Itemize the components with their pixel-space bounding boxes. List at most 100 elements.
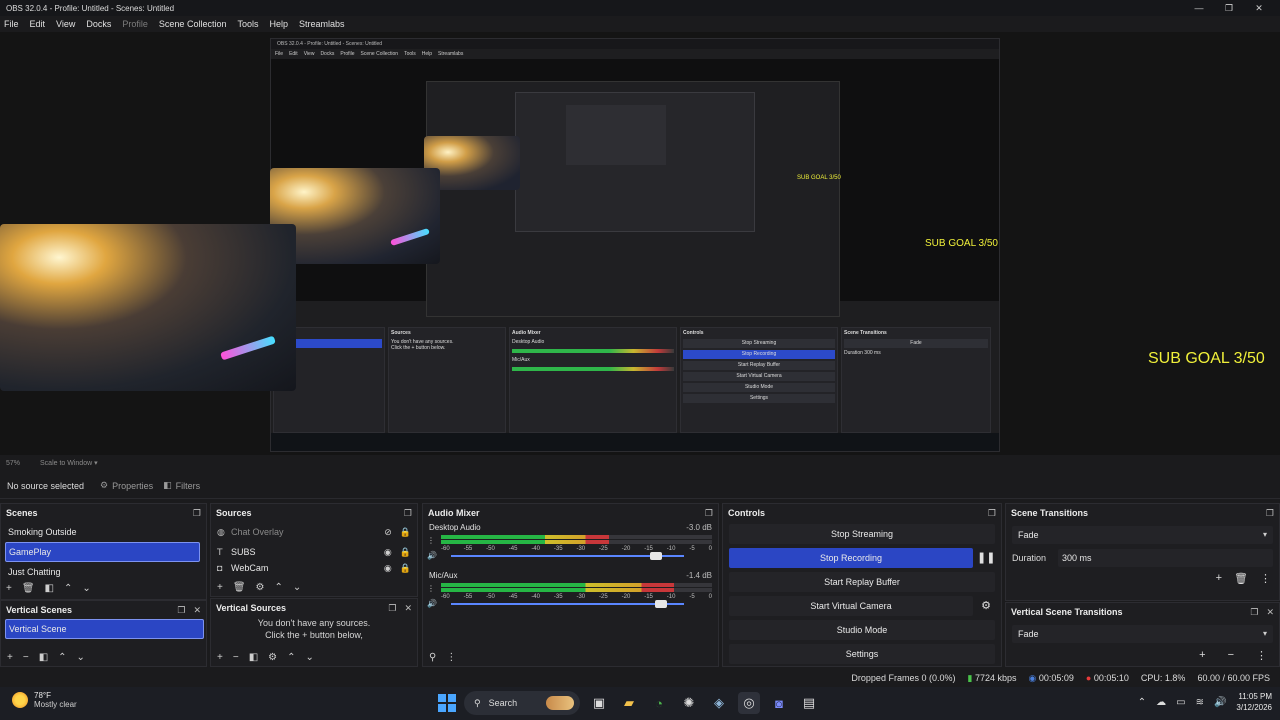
- menu-view[interactable]: View: [56, 19, 75, 29]
- arrow-down-icon[interactable]: ⌄: [293, 582, 301, 593]
- gear-icon[interactable]: ⚙: [256, 582, 265, 593]
- minimize-button[interactable]: —: [1184, 0, 1214, 16]
- source-item[interactable]: ◍ Chat Overlay ⊘ 🔒: [211, 522, 417, 542]
- scene-item-selected[interactable]: GamePlay: [5, 542, 200, 562]
- vertical-scene-item[interactable]: Vertical Scene: [5, 619, 204, 639]
- vertical-transition-select[interactable]: Fade ▾: [1012, 625, 1273, 643]
- obs-icon[interactable]: ◎: [738, 692, 760, 714]
- volume-slider[interactable]: [451, 552, 684, 560]
- preview-canvas[interactable]: OBS 32.0.4 - Profile: Untitled - Scenes:…: [0, 32, 1280, 455]
- filter-icon[interactable]: ◧: [39, 652, 48, 663]
- settings-button[interactable]: Settings: [729, 644, 995, 664]
- lock-icon[interactable]: 🔒: [400, 547, 411, 558]
- remove-icon[interactable]: −: [233, 652, 239, 663]
- clock[interactable]: 11:05 PM 3/12/2026: [1236, 691, 1272, 713]
- trash-icon[interactable]: 🗑: [233, 582, 246, 593]
- windows-start-icon[interactable]: [438, 694, 456, 712]
- close-icon[interactable]: ✕: [1266, 607, 1274, 618]
- menu-file[interactable]: File: [4, 19, 19, 29]
- wifi-icon[interactable]: ≋: [1196, 697, 1204, 708]
- menu-profile[interactable]: Profile: [122, 19, 148, 29]
- webcam-feed[interactable]: [0, 224, 296, 391]
- float-icon[interactable]: ❐: [177, 605, 185, 616]
- add-icon[interactable]: +: [1216, 572, 1222, 585]
- duration-input[interactable]: 300 ms: [1058, 549, 1273, 567]
- chrome-icon[interactable]: ◔: [648, 692, 670, 714]
- stop-streaming-button[interactable]: Stop Streaming: [729, 524, 995, 544]
- eye-hidden-icon[interactable]: ⊘: [384, 527, 392, 538]
- source-item[interactable]: ◘ WebCam ◉ 🔒: [211, 562, 417, 574]
- arrow-up-icon[interactable]: ⌃: [275, 582, 283, 593]
- scale-mode[interactable]: Scale to Window ▾: [40, 459, 98, 467]
- close-icon[interactable]: ✕: [404, 603, 412, 614]
- remove-icon[interactable]: −: [23, 652, 29, 663]
- studio-mode-button[interactable]: Studio Mode: [729, 620, 995, 640]
- menu-tools[interactable]: Tools: [237, 19, 258, 29]
- eye-icon[interactable]: ◉: [384, 563, 392, 574]
- discord-icon[interactable]: ◙: [768, 692, 790, 714]
- transition-select[interactable]: Fade ▾: [1012, 526, 1273, 544]
- float-icon[interactable]: ❐: [193, 508, 201, 519]
- arrow-down-icon[interactable]: ⌄: [77, 652, 85, 663]
- kebab-icon[interactable]: ⋮: [1260, 572, 1271, 585]
- remove-icon[interactable]: −: [1228, 649, 1234, 662]
- battery-icon[interactable]: ▭: [1176, 697, 1185, 708]
- file-explorer-icon[interactable]: ▰: [618, 692, 640, 714]
- menu-edit[interactable]: Edit: [30, 19, 46, 29]
- eye-icon[interactable]: ◉: [384, 547, 392, 558]
- maximize-button[interactable]: ❐: [1214, 0, 1244, 16]
- menu-scene-collection[interactable]: Scene Collection: [159, 19, 227, 29]
- kebab-icon[interactable]: ⋮: [446, 652, 456, 663]
- steam-icon[interactable]: ◈: [708, 692, 730, 714]
- volume-slider[interactable]: [451, 600, 684, 608]
- taskbar-app-icon[interactable]: ▤: [798, 692, 820, 714]
- menu-docks[interactable]: Docks: [86, 19, 111, 29]
- cloud-icon[interactable]: ☁: [1156, 697, 1166, 708]
- lock-icon[interactable]: 🔒: [400, 527, 411, 538]
- link-icon[interactable]: ⚲: [429, 652, 436, 663]
- float-icon[interactable]: ❐: [404, 508, 412, 519]
- gear-icon[interactable]: ⚙: [268, 652, 277, 663]
- stop-recording-button[interactable]: Stop Recording: [729, 548, 973, 568]
- speaker-icon[interactable]: 🔊: [427, 551, 437, 560]
- float-icon[interactable]: ❐: [1250, 607, 1258, 618]
- chevron-up-icon[interactable]: ⌃: [1138, 697, 1146, 708]
- gear-icon[interactable]: ⚙: [977, 596, 995, 616]
- add-icon[interactable]: +: [6, 583, 12, 594]
- start-virtual-camera-button[interactable]: Start Virtual Camera: [729, 596, 973, 616]
- float-icon[interactable]: ❐: [1266, 508, 1274, 519]
- arrow-up-icon[interactable]: ⌃: [58, 652, 66, 663]
- filter-icon[interactable]: ◧: [249, 652, 258, 663]
- kebab-icon[interactable]: ⋮: [1256, 649, 1267, 662]
- float-icon[interactable]: ❐: [988, 508, 996, 519]
- trash-icon[interactable]: 🗑: [1234, 572, 1248, 585]
- menu-streamlabs[interactable]: Streamlabs: [299, 19, 345, 29]
- add-icon[interactable]: +: [7, 652, 13, 663]
- chatgpt-icon[interactable]: ✺: [678, 692, 700, 714]
- start-replay-button[interactable]: Start Replay Buffer: [729, 572, 995, 592]
- weather-widget[interactable]: 78°F Mostly clear: [12, 691, 77, 709]
- close-button[interactable]: ✕: [1244, 0, 1274, 16]
- arrow-down-icon[interactable]: ⌄: [306, 652, 314, 663]
- add-icon[interactable]: +: [217, 652, 223, 663]
- task-view-icon[interactable]: ▣: [588, 692, 610, 714]
- add-icon[interactable]: +: [1199, 649, 1205, 662]
- filter-icon[interactable]: ◧: [45, 583, 54, 594]
- volume-icon[interactable]: 🔊: [1214, 697, 1226, 708]
- zoom-level[interactable]: 57%: [6, 460, 20, 467]
- properties-button[interactable]: ⚙ Properties: [100, 480, 153, 491]
- arrow-down-icon[interactable]: ⌄: [82, 583, 90, 594]
- taskbar-search[interactable]: ⚲ Search: [464, 691, 580, 715]
- slider-handle[interactable]: [654, 600, 667, 608]
- lock-icon[interactable]: 🔒: [400, 563, 411, 574]
- close-icon[interactable]: ✕: [193, 605, 201, 616]
- arrow-up-icon[interactable]: ⌃: [287, 652, 295, 663]
- add-icon[interactable]: +: [217, 582, 223, 593]
- float-icon[interactable]: ❐: [388, 603, 396, 614]
- float-icon[interactable]: ❐: [705, 508, 713, 519]
- source-item[interactable]: ꓔ SUBS ◉ 🔒: [211, 542, 417, 562]
- pause-icon[interactable]: ❚❚: [977, 548, 995, 568]
- scene-item[interactable]: Smoking Outside: [1, 522, 206, 542]
- speaker-icon[interactable]: 🔊: [427, 599, 437, 608]
- slider-handle[interactable]: [650, 552, 663, 560]
